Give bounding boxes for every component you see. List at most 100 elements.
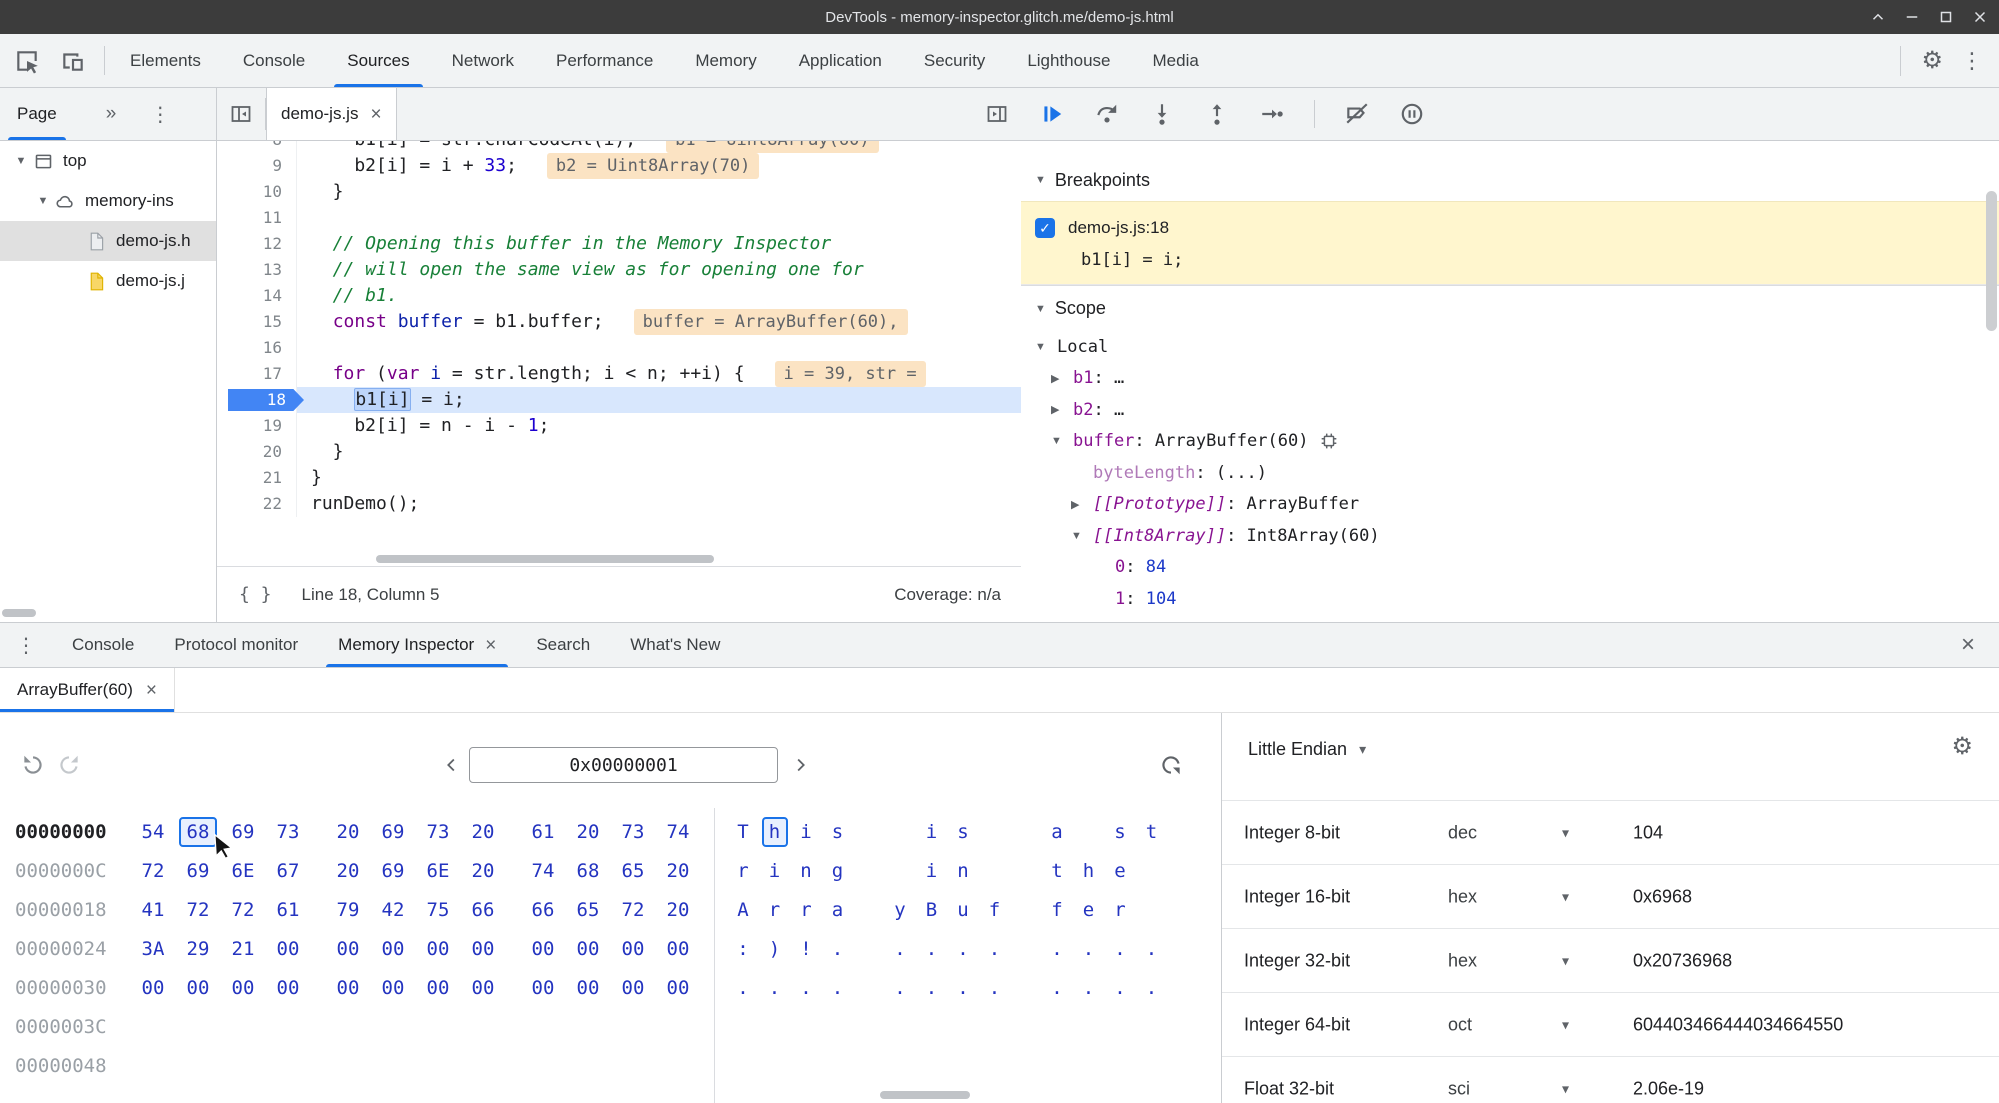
- hex-byte[interactable]: 6E: [419, 856, 457, 886]
- hex-byte[interactable]: 20: [329, 817, 367, 847]
- navigator-menu-icon[interactable]: ⋮: [150, 102, 170, 127]
- scope-row-b1[interactable]: ▶ b1: …: [1021, 363, 1999, 395]
- tree-item-memory-ins[interactable]: ▼ memory-ins: [0, 181, 216, 221]
- hex-byte[interactable]: 68: [569, 856, 607, 886]
- hex-hscrollbar[interactable]: [880, 1091, 970, 1099]
- maximize-button[interactable]: [1937, 8, 1955, 26]
- breakpoints-section-header[interactable]: ▼ Breakpoints: [1021, 159, 1999, 201]
- hex-byte[interactable]: 69: [179, 856, 217, 886]
- ascii-char[interactable]: t: [1044, 856, 1070, 886]
- hex-byte[interactable]: 74: [524, 856, 562, 886]
- hex-byte[interactable]: 00: [614, 973, 652, 1003]
- expander-icon[interactable]: ▼: [12, 155, 30, 167]
- ascii-char[interactable]: .: [1139, 973, 1165, 1003]
- step-out-button[interactable]: [1204, 101, 1230, 127]
- hex-byte[interactable]: 73: [419, 817, 457, 847]
- ascii-char[interactable]: i: [919, 856, 945, 886]
- history-back-icon[interactable]: [20, 752, 46, 778]
- hex-byte[interactable]: 69: [374, 817, 412, 847]
- code-line-9[interactable]: 9 b2[i] = i + 33; b2 = Uint8Array(70): [217, 153, 1021, 179]
- ascii-char[interactable]: i: [762, 856, 788, 886]
- scope-row-0[interactable]: 0: 84: [1021, 552, 1999, 584]
- panel-tab-media[interactable]: Media: [1132, 34, 1220, 87]
- scope-row-local[interactable]: ▼ Local: [1021, 331, 1999, 363]
- sidebar-hscrollbar[interactable]: [2, 609, 36, 617]
- ascii-char[interactable]: .: [950, 934, 976, 964]
- hex-byte[interactable]: 00: [569, 973, 607, 1003]
- buffer-tab[interactable]: ArrayBuffer(60) ×: [0, 668, 176, 712]
- line-number[interactable]: 18: [217, 387, 304, 413]
- hex-byte[interactable]: 00: [569, 934, 607, 964]
- hex-byte[interactable]: 54: [134, 817, 172, 847]
- drawer-tab-search[interactable]: Search: [516, 623, 610, 667]
- code-line-16[interactable]: 16: [217, 335, 1021, 361]
- panel-tab-sources[interactable]: Sources: [326, 34, 430, 87]
- address-input[interactable]: [469, 747, 778, 783]
- code-line-19[interactable]: 19 b2[i] = n - i - 1;: [217, 413, 1021, 439]
- line-number[interactable]: 9: [217, 153, 297, 179]
- hex-byte[interactable]: 00: [329, 973, 367, 1003]
- ascii-char[interactable]: h: [1076, 856, 1102, 886]
- hex-byte[interactable]: 00: [419, 934, 457, 964]
- scope-row-2[interactable]: 2: 105: [1021, 615, 1999, 622]
- ascii-char[interactable]: .: [825, 973, 851, 1003]
- hex-byte[interactable]: 00: [374, 973, 412, 1003]
- scope-row--prototype-[interactable]: ▶ [[Prototype]]: ArrayBuffer: [1021, 489, 1999, 521]
- expander-icon[interactable]: ▼: [34, 195, 52, 207]
- code-line-21[interactable]: 21}: [217, 465, 1021, 491]
- ascii-char[interactable]: h: [761, 816, 788, 847]
- hex-byte[interactable]: 74: [659, 817, 697, 847]
- hex-byte[interactable]: 20: [659, 895, 697, 925]
- hex-byte[interactable]: 69: [224, 817, 262, 847]
- line-number[interactable]: 15: [217, 309, 297, 335]
- gear-icon[interactable]: ⚙: [1921, 48, 1943, 73]
- hex-byte[interactable]: 42: [374, 895, 412, 925]
- hex-byte[interactable]: 72: [224, 895, 262, 925]
- hex-byte[interactable]: 61: [524, 817, 562, 847]
- hex-byte[interactable]: 67: [269, 856, 307, 886]
- hex-byte[interactable]: 73: [269, 817, 307, 847]
- hex-byte[interactable]: 00: [224, 973, 262, 1003]
- ascii-char[interactable]: f: [1044, 895, 1070, 925]
- step-into-button[interactable]: [1149, 101, 1175, 127]
- code-line-13[interactable]: 13 // will open the same view as for ope…: [217, 257, 1021, 283]
- chevron-down-icon[interactable]: ▼: [1051, 435, 1073, 447]
- breakpoint-checkbox[interactable]: ✓: [1035, 218, 1055, 238]
- format-select[interactable]: hex ▾: [1448, 950, 1569, 971]
- format-select[interactable]: dec ▾: [1448, 822, 1569, 843]
- ascii-char[interactable]: r: [762, 895, 788, 925]
- line-number[interactable]: 21: [217, 465, 297, 491]
- collapse-button[interactable]: [1869, 8, 1887, 26]
- ascii-char[interactable]: ): [762, 934, 788, 964]
- line-number[interactable]: 22: [217, 491, 297, 517]
- panel-tab-memory[interactable]: Memory: [674, 34, 777, 87]
- ascii-char[interactable]: [1139, 895, 1165, 925]
- code-line-22[interactable]: 22 runDemo();: [217, 491, 1021, 517]
- line-number[interactable]: 14: [217, 283, 297, 309]
- hex-byte[interactable]: 21: [224, 934, 262, 964]
- ascii-char[interactable]: .: [1076, 973, 1102, 1003]
- ascii-char[interactable]: B: [919, 895, 945, 925]
- ascii-char[interactable]: t: [1139, 817, 1165, 847]
- hex-byte[interactable]: 00: [134, 973, 172, 1003]
- ascii-char[interactable]: .: [1139, 934, 1165, 964]
- code-line-10[interactable]: 10 }: [217, 179, 1021, 205]
- hex-byte[interactable]: 65: [614, 856, 652, 886]
- scope-row--int8array-[interactable]: ▼ [[Int8Array]]: Int8Array(60): [1021, 520, 1999, 552]
- hex-byte[interactable]: 00: [464, 973, 502, 1003]
- breakpoint-item[interactable]: ✓ demo-js.js:18 b1[i] = i;: [1021, 201, 1999, 285]
- hex-byte[interactable]: 20: [464, 817, 502, 847]
- hex-byte[interactable]: 20: [329, 856, 367, 886]
- hex-byte[interactable]: 61: [269, 895, 307, 925]
- ascii-char[interactable]: a: [825, 895, 851, 925]
- scope-row-1[interactable]: 1: 104: [1021, 583, 1999, 615]
- ascii-char[interactable]: s: [825, 817, 851, 847]
- hex-byte[interactable]: 65: [569, 895, 607, 925]
- line-number[interactable]: 16: [217, 335, 297, 361]
- hex-byte[interactable]: 20: [569, 817, 607, 847]
- resume-button[interactable]: [1039, 101, 1065, 127]
- line-number[interactable]: 20: [217, 439, 297, 465]
- hex-byte[interactable]: 00: [659, 973, 697, 1003]
- ascii-char[interactable]: .: [1044, 934, 1070, 964]
- format-select[interactable]: sci ▾: [1448, 1078, 1569, 1099]
